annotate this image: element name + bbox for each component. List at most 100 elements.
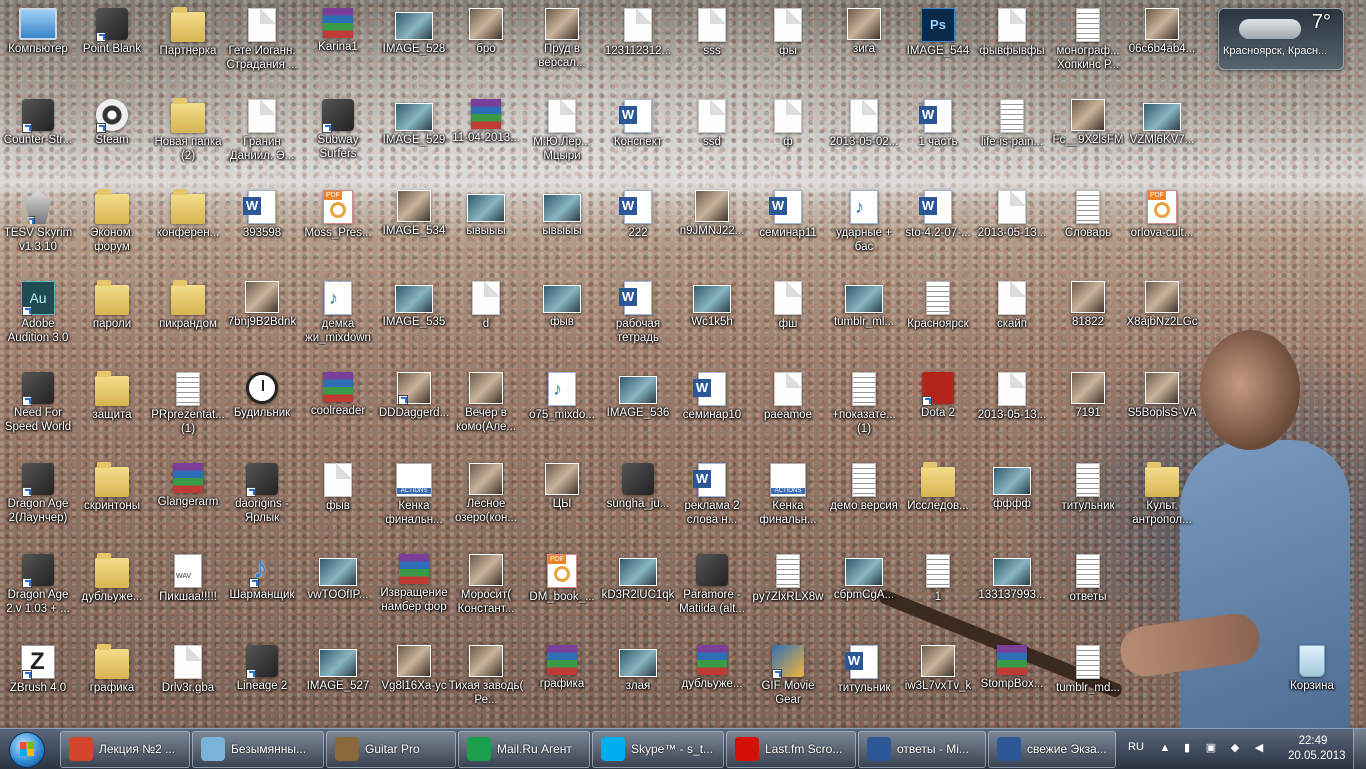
desktop-icon[interactable]: Компьютер xyxy=(0,4,76,92)
desktop-icon[interactable]: sungha_ju... xyxy=(600,459,676,547)
taskbar-button[interactable]: Безымянны... xyxy=(192,731,324,768)
desktop-icon[interactable]: IMAGE_534 xyxy=(376,186,452,274)
desktop-icon[interactable]: vwTOOfIP... xyxy=(300,550,376,638)
desktop-icon[interactable]: 393598 xyxy=(224,186,300,274)
desktop-icon[interactable]: 1 часть xyxy=(900,95,976,183)
desktop-icon[interactable]: orlova-cult... xyxy=(1124,186,1200,274)
desktop-icon[interactable]: IMAGE_528 xyxy=(376,4,452,92)
taskbar-button[interactable]: Mail.Ru Агент xyxy=(458,731,590,768)
desktop-icon[interactable]: скайп xyxy=(974,277,1050,365)
desktop-icon[interactable]: DDDaggerd... xyxy=(376,368,452,456)
desktop-icon[interactable]: семинар11 xyxy=(750,186,826,274)
desktop-icon[interactable]: Партнерка xyxy=(150,4,226,92)
desktop-icon[interactable]: ф xyxy=(750,95,826,183)
desktop-icon[interactable]: дубльуже... xyxy=(74,550,150,638)
desktop-icon[interactable]: реклама 2 слова н... xyxy=(674,459,750,547)
desktop-icon[interactable]: конферен... xyxy=(150,186,226,274)
desktop-icon[interactable]: Wc1k5h xyxy=(674,277,750,365)
desktop-icon[interactable]: 2013-05-13... xyxy=(974,368,1050,456)
tray-expand-icon[interactable]: ▲ xyxy=(1158,741,1172,755)
desktop-icon[interactable]: фыв xyxy=(300,459,376,547)
desktop[interactable]: Компьютер Point Blank Партнерка Гете Иоганн… xyxy=(0,0,1366,728)
desktop-icon[interactable]: дубльуже... xyxy=(674,641,750,728)
desktop-icon[interactable]: Пруд в версал... xyxy=(524,4,600,92)
desktop-icon[interactable]: бро xyxy=(448,4,524,92)
desktop-icon[interactable]: daorigins - Ярлык xyxy=(224,459,300,547)
desktop-icon[interactable]: +показате... (1) xyxy=(826,368,902,456)
desktop-icon[interactable]: ЦЫ xyxy=(524,459,600,547)
desktop-icon[interactable]: монограф... Хопкинс Р... xyxy=(1050,4,1126,92)
desktop-icon[interactable]: Lineage 2 xyxy=(224,641,300,728)
desktop-icon[interactable]: Извращение намбер фор xyxy=(376,550,452,638)
desktop-icon[interactable]: скринтоны xyxy=(74,459,150,547)
desktop-icon[interactable]: sss xyxy=(674,4,750,92)
desktop-icon[interactable]: VZMl6KV7... xyxy=(1124,95,1200,183)
desktop-icon[interactable]: Исследов... xyxy=(900,459,976,547)
desktop-icon[interactable]: Dragon Age 2(Лаунчер) xyxy=(0,459,76,547)
desktop-icon[interactable]: Шарманщик xyxy=(224,550,300,638)
taskbar-button[interactable]: Лекция №2 ... xyxy=(60,731,190,768)
show-desktop-button[interactable] xyxy=(1353,729,1366,769)
app-tray-icon[interactable]: ◆ xyxy=(1228,741,1242,755)
desktop-icon[interactable]: Glangerarm xyxy=(150,459,226,547)
desktop-icon[interactable]: Вечер в комо(Але... xyxy=(448,368,524,456)
desktop-icon[interactable]: 123112312... xyxy=(600,4,676,92)
desktop-icon[interactable]: Karina1 xyxy=(300,4,376,92)
desktop-icon[interactable]: 11-04-2013... xyxy=(448,95,524,183)
desktop-icon[interactable]: Subway Surfers xyxy=(300,95,376,183)
desktop-icon[interactable]: n9JMNJ22... xyxy=(674,186,750,274)
taskbar-button[interactable]: Last.fm Scro... xyxy=(726,731,856,768)
desktop-icon[interactable]: PRprezentat... (1) xyxy=(150,368,226,456)
desktop-icon[interactable]: фывфывфы xyxy=(974,4,1050,92)
desktop-icon[interactable]: IMAGE_536 xyxy=(600,368,676,456)
desktop-icon[interactable]: Культ. антропол... xyxy=(1124,459,1200,547)
desktop-icon[interactable]: iw3L7vxTv_k xyxy=(900,641,976,728)
desktop-icon[interactable]: 2013-05-13... xyxy=(974,186,1050,274)
desktop-icon[interactable]: 06c6b4ab4... xyxy=(1124,4,1200,92)
desktop-icon[interactable]: защита xyxy=(74,368,150,456)
desktop-icon[interactable]: TESV Skyrim v1.3.10 xyxy=(0,186,76,274)
desktop-icon[interactable]: титульник xyxy=(1050,459,1126,547)
desktop-icon[interactable]: X8ajbNz2LGc xyxy=(1124,277,1200,365)
desktop-icon[interactable]: Paramore - Matilda (alt... xyxy=(674,550,750,638)
desktop-icon[interactable]: 1 xyxy=(900,550,976,638)
desktop-icon[interactable]: демо версия xyxy=(826,459,902,547)
desktop-icon[interactable]: демка жи_mixdown xyxy=(300,277,376,365)
desktop-icon[interactable]: IMAGE_535 xyxy=(376,277,452,365)
desktop-icon[interactable]: Steam xyxy=(74,95,150,183)
desktop-icon[interactable]: GIF Movie Gear xyxy=(750,641,826,728)
desktop-icon[interactable]: рaeamoe xyxy=(750,368,826,456)
desktop-icon[interactable]: o75_mixdo... xyxy=(524,368,600,456)
desktop-icon[interactable]: Тихая заводь( Ре... xyxy=(448,641,524,728)
desktop-icon[interactable]: 222 xyxy=(600,186,676,274)
desktop-icon[interactable]: рабочая тетрадь xyxy=(600,277,676,365)
desktop-icon[interactable]: Dota 2 xyxy=(900,368,976,456)
desktop-icon[interactable]: фыв xyxy=(524,277,600,365)
signal-icon[interactable]: ▮ xyxy=(1180,741,1194,755)
desktop-icon[interactable]: tumblr_ml... xyxy=(826,277,902,365)
desktop-icon[interactable]: S5BoplsS-VA xyxy=(1124,368,1200,456)
desktop-icon[interactable]: Vg8l16Xa-yc xyxy=(376,641,452,728)
usb-icon[interactable]: ▣ xyxy=(1204,741,1218,755)
desktop-icon[interactable]: ответы xyxy=(1050,550,1126,638)
desktop-icon[interactable]: Fc__9X2lsFM xyxy=(1050,95,1126,183)
desktop-icon[interactable]: фы xyxy=(750,4,826,92)
desktop-icon[interactable]: 7bnj9B2Bdnk xyxy=(224,277,300,365)
desktop-icon[interactable]: сбрmCgA... xyxy=(826,550,902,638)
desktop-icon[interactable]: фш xyxy=(750,277,826,365)
clock[interactable]: 22:49 20.05.2013 xyxy=(1288,734,1346,764)
taskbar-button[interactable]: свежие Экза... xyxy=(988,731,1116,768)
desktop-icon[interactable]: титульник xyxy=(826,641,902,728)
taskbar-button[interactable]: Guitar Pro xyxy=(326,731,456,768)
desktop-icon[interactable]: 7191 xyxy=(1050,368,1126,456)
desktop-icon[interactable]: Корзина xyxy=(1274,641,1350,728)
desktop-icon[interactable]: Конспект xyxy=(600,95,676,183)
desktop-icon[interactable]: py7ZlxRLX8w xyxy=(750,550,826,638)
desktop-icon[interactable]: Лесное озеро(кон... xyxy=(448,459,524,547)
desktop-icon[interactable]: Moss_Pres... xyxy=(300,186,376,274)
start-button[interactable] xyxy=(3,730,53,768)
desktop-icon[interactable]: Эконом. форум xyxy=(74,186,150,274)
desktop-icon[interactable]: М.Ю.Лер... Мцыри xyxy=(524,95,600,183)
desktop-icon[interactable]: IMAGE_544 xyxy=(900,4,976,92)
desktop-icon[interactable]: d xyxy=(448,277,524,365)
